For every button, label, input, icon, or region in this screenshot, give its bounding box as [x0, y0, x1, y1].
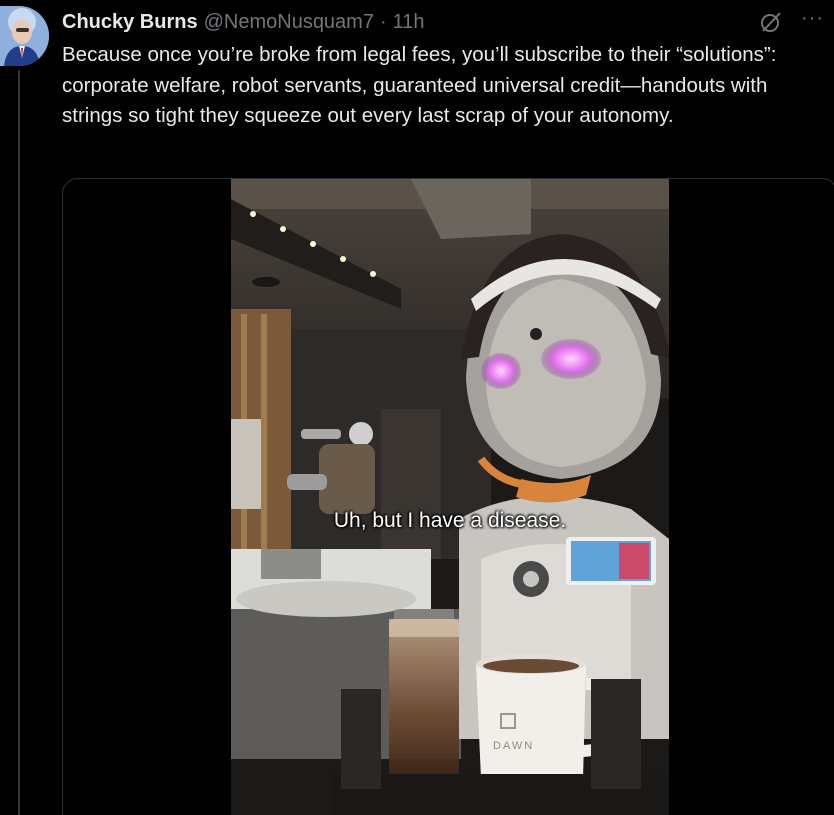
video-subtitle: Uh, but I have a disease.: [333, 509, 567, 532]
author-name[interactable]: Chucky Burns: [62, 11, 198, 34]
timestamp[interactable]: 11h: [393, 11, 425, 34]
tweet-text: Because once you’re broke from legal fee…: [62, 43, 777, 127]
thread-line: [18, 70, 20, 815]
mug-logo-text: DAWN: [493, 740, 534, 752]
author-handle[interactable]: @NemoNusquam7: [204, 11, 374, 34]
tweet-header: Chucky Burns @NemoNusquam7 · 11h: [62, 10, 425, 34]
more-options-icon[interactable]: ···: [801, 8, 824, 33]
tweet-actions-top: ···: [759, 8, 824, 34]
video-frame: DAWN: [231, 179, 669, 815]
media-container[interactable]: DAWN Uh, but I have a disease.: [62, 178, 834, 815]
tweet[interactable]: Chucky Burns @NemoNusquam7 · 11h ··· Bec…: [0, 0, 834, 815]
video-player[interactable]: DAWN Uh, but I have a disease.: [231, 179, 669, 815]
separator-dot: ·: [379, 10, 387, 33]
avatar[interactable]: [0, 6, 49, 66]
grok-icon[interactable]: [759, 10, 783, 34]
